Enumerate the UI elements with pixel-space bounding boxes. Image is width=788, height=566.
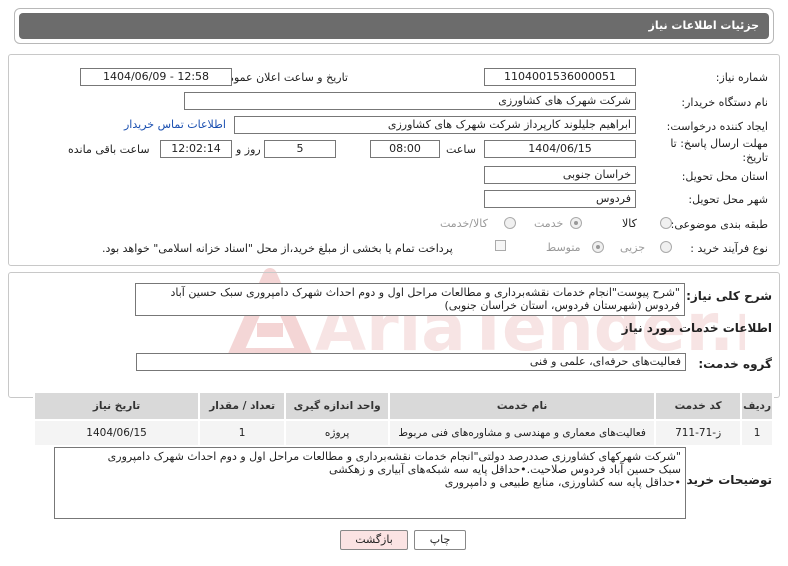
services-section-title: اطلاعات خدمات مورد نیاز [621, 321, 772, 335]
cell-code: ز-71-711 [654, 419, 743, 447]
need-number-field[interactable]: 1104001536000051 [484, 68, 636, 86]
services-table: ردیف کد خدمت نام خدمت واحد اندازه گیری ت… [32, 391, 774, 447]
creator-field[interactable]: ابراهیم جلیلوند کارپرداز شرکت شهرک های ک… [234, 116, 636, 134]
creator-label: ایجاد کننده درخواست: [666, 120, 768, 133]
buyer-contact-link[interactable]: اطلاعات تماس خریدار [124, 118, 226, 131]
announce-label: تاریخ و ساعت اعلان عمومی: [215, 71, 348, 84]
days-label: روز و [236, 143, 261, 156]
page-title: جزئیات اطلاعات نیاز [648, 19, 760, 32]
table-row: 1 ز-71-711 فعالیت‌های معماری و مهندسی و … [32, 419, 774, 447]
category-label: طبقه بندی موضوعی: [670, 218, 768, 231]
province-label: استان محل تحویل: [681, 170, 768, 183]
table-header-row: ردیف کد خدمت نام خدمت واحد اندازه گیری ت… [32, 391, 774, 421]
treasury-checkbox[interactable] [495, 240, 506, 251]
deadline-time-label: ساعت [446, 143, 476, 156]
cell-name: فعالیت‌های معماری و مهندسی و مشاوره‌های … [388, 419, 657, 447]
header-bar: جزئیات اطلاعات نیاز [19, 13, 769, 39]
city-label: شهر محل تحویل: [688, 193, 768, 206]
buyer-notes-line: سبک حسین آباد فردوس صلاحیت.•حداقل پایه س… [329, 463, 681, 476]
need-number-label: شماره نیاز: [715, 71, 768, 84]
header-panel: جزئیات اطلاعات نیاز [14, 8, 774, 44]
cell-unit: پروژه [284, 419, 391, 447]
category-option-goods: کالا [622, 217, 637, 230]
cell-row: 1 [740, 419, 774, 447]
print-button[interactable]: چاپ [414, 530, 466, 550]
remaining-days-field: 5 [264, 140, 336, 158]
remaining-time-field: 12:02:14 [160, 140, 232, 158]
city-field[interactable]: فردوس [484, 190, 636, 208]
payment-note: پرداخت تمام یا بخشی از مبلغ خرید،از محل … [102, 242, 453, 255]
col-name: نام خدمت [388, 391, 657, 421]
col-unit: واحد اندازه گیری [284, 391, 391, 421]
buyer-notes-text[interactable]: "شرکت شهرکهای کشاورزی صددرصد دولتی"انجام… [54, 447, 686, 519]
buyer-field[interactable]: شرکت شهرک های کشاورزی [184, 92, 636, 110]
buyer-notes-line: "شرکت شهرکهای کشاورزی صددرصد دولتی"انجام… [107, 450, 681, 463]
process-radio-medium[interactable] [592, 241, 604, 253]
process-label: نوع فرآیند خرید : [690, 242, 768, 255]
announce-field[interactable]: 1404/06/09 - 12:58 [80, 68, 232, 86]
remaining-label: ساعت باقی مانده [68, 143, 150, 156]
category-radio-goods[interactable] [660, 217, 672, 229]
col-date: تاریخ نیاز [32, 391, 201, 421]
service-group-field[interactable]: فعالیت‌های حرفه‌ای، علمی و فنی [136, 353, 686, 371]
category-option-service: خدمت [534, 217, 564, 230]
col-qty: تعداد / مقدار [198, 391, 287, 421]
category-option-goods-service: کالا/خدمت [440, 217, 488, 230]
back-button[interactable]: بازگشت [340, 530, 408, 550]
category-radio-goods-service[interactable] [504, 217, 516, 229]
deadline-date-field[interactable]: 1404/06/15 [484, 140, 636, 158]
service-group-label: گروه خدمت: [698, 357, 772, 371]
cell-qty: 1 [198, 419, 287, 447]
process-option-medium: متوسط [546, 241, 581, 254]
summary-text[interactable]: "شرح پیوست"انجام خدمات نقشه‌برداری و مطا… [135, 283, 685, 316]
summary-label: شرح کلی نیاز: [686, 289, 772, 303]
process-radio-minor[interactable] [660, 241, 672, 253]
buyer-label: نام دستگاه خریدار: [681, 96, 768, 109]
province-field[interactable]: خراسان جنوبی [484, 166, 636, 184]
col-code: کد خدمت [654, 391, 743, 421]
category-radio-service[interactable] [570, 217, 582, 229]
deadline-label: مهلت ارسال پاسخ: تا تاریخ: [670, 137, 768, 164]
process-option-minor: جزیی [620, 241, 646, 254]
col-row: ردیف [740, 391, 774, 421]
cell-date: 1404/06/15 [32, 419, 201, 447]
deadline-time-field[interactable]: 08:00 [370, 140, 440, 158]
buyer-notes-line: •حداقل پایه سه کشاورزی، منابع طبیعی و دا… [444, 476, 681, 489]
